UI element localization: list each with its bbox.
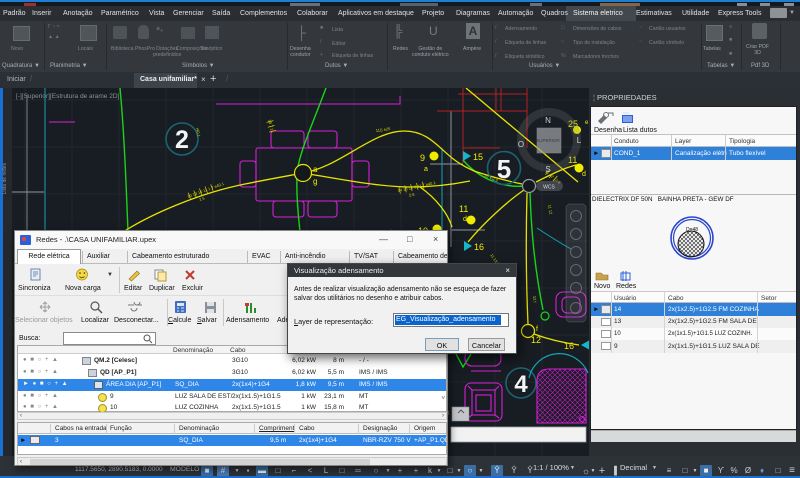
svg-text:r40.1: r40.1	[195, 127, 202, 138]
svg-text:d: d	[463, 216, 467, 223]
svg-text:12: 12	[531, 335, 541, 345]
svg-text:D=48: D=48	[686, 227, 698, 233]
svg-text:15: 15	[473, 152, 483, 162]
svg-text:11: 11	[459, 204, 468, 214]
svg-text:16: 16	[564, 341, 574, 351]
svg-text:5: 5	[497, 154, 511, 184]
svg-text:a: a	[424, 166, 428, 173]
svg-text:N: N	[545, 116, 551, 125]
svg-text:2: 2	[175, 126, 189, 154]
svg-text:2.5: 2.5	[408, 192, 415, 198]
svg-text:4: 4	[514, 371, 528, 398]
svg-text:WCS: WCS	[543, 185, 555, 191]
svg-text:a: a	[313, 165, 318, 174]
svg-text:11() e25: 11() e25	[375, 126, 391, 133]
svg-text:12 f: 12 f	[532, 296, 538, 304]
svg-text:11 12: 11 12	[547, 204, 554, 215]
svg-text:d: d	[582, 171, 586, 178]
svg-text:f: f	[536, 326, 538, 333]
svg-text:SUPERIOR: SUPERIOR	[536, 138, 560, 143]
svg-text:9: 9	[420, 153, 425, 163]
svg-text:g: g	[313, 177, 317, 186]
svg-text:O: O	[518, 140, 524, 149]
svg-text:[-][Superior][Estrutura de ara: [-][Superior][Estrutura de arame 2D]	[16, 93, 120, 100]
svg-text:S: S	[545, 165, 550, 174]
svg-text:L: L	[577, 136, 582, 145]
svg-text:16: 16	[474, 242, 484, 252]
svg-text:2.5: 2.5	[198, 195, 206, 202]
